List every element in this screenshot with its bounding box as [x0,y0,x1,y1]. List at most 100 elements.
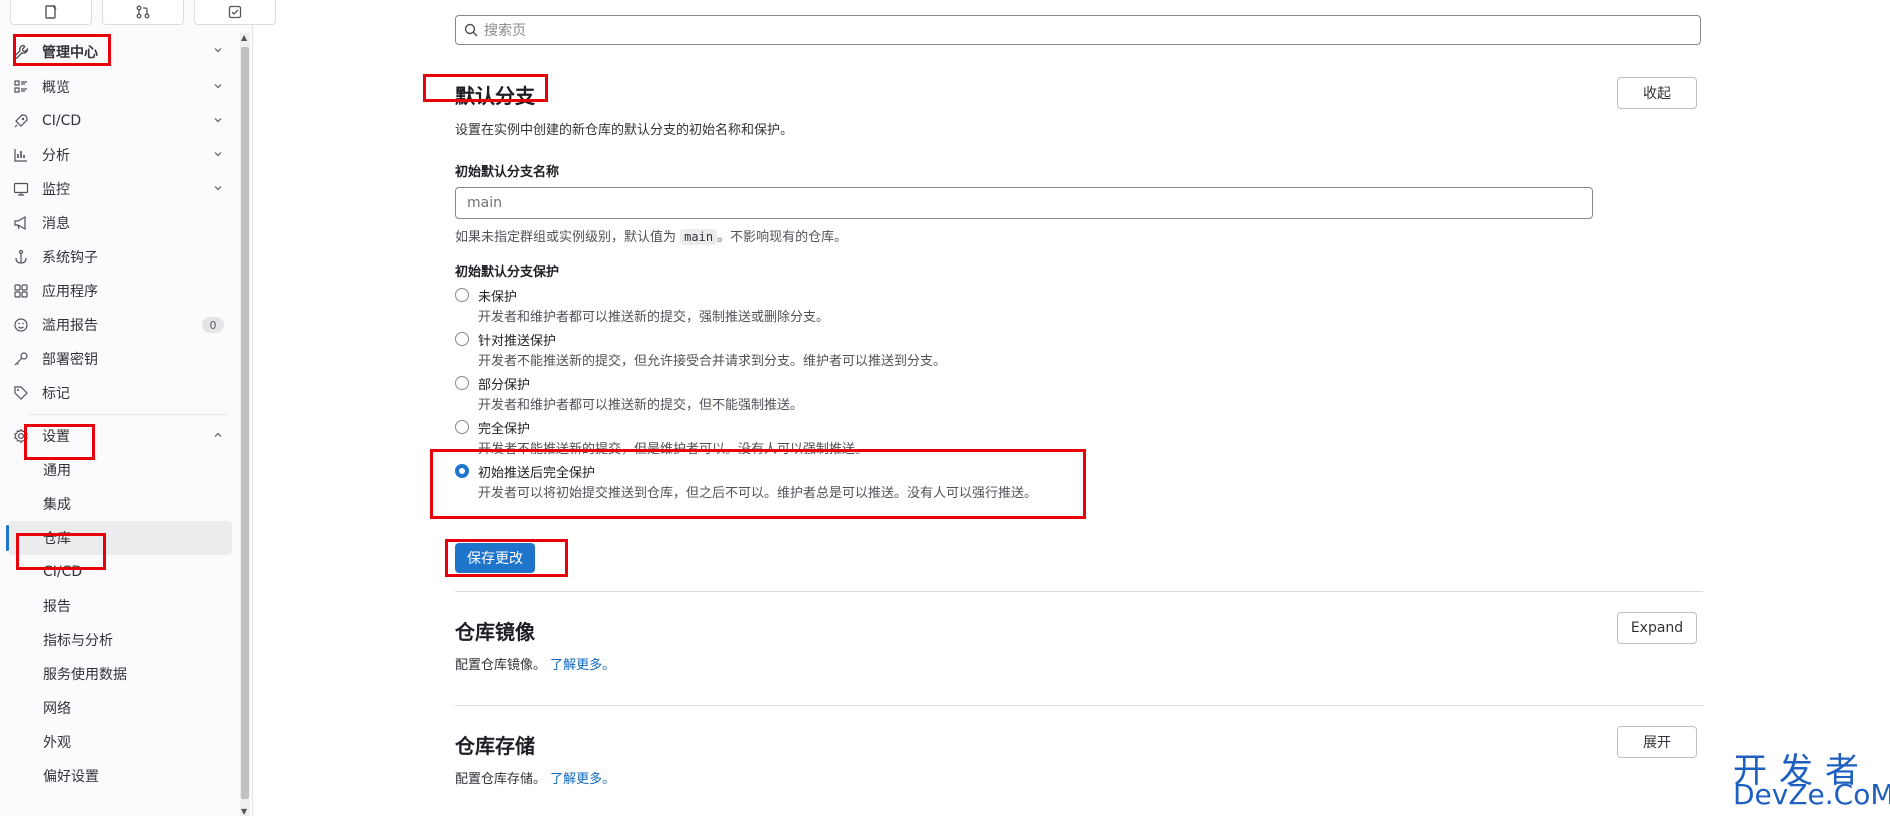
radio-button[interactable] [455,288,469,302]
issues-icon [45,5,57,19]
radio-help: 开发者不能推送新的提交，但是维护者可以。没有人可以强制推送。 [478,442,869,457]
search-icon [464,23,478,37]
sidebar-item-monitoring[interactable]: 监控 [0,172,240,206]
sidebar-subitem-integrations[interactable]: 集成 [0,487,240,521]
merge-requests-button[interactable] [102,0,184,25]
default-branch-title: 默认分支 [455,84,535,108]
sidebar-item-label: 消息 [42,216,70,232]
sidebar-item-label: 应用程序 [42,284,98,300]
sidebar-item-system-hooks[interactable]: 系统钩子 [0,240,240,274]
sidebar-item-abuse-reports[interactable]: 滥用报告 0 [0,308,240,342]
help-text: 如果未指定群组或实例级别，默认值为 [455,230,677,245]
sidebar-item-label: 管理中心 [42,45,98,61]
radio-help: 开发者可以将初始提交推送到仓库，但之后不可以。维护者总是可以推送。没有人可以强行… [478,486,1038,501]
mirror-learn-more-link[interactable]: 了解更多。 [550,658,615,673]
mirror-title: 仓库镜像 [455,620,535,644]
sidebar-item-admin[interactable]: 管理中心 [0,34,240,70]
tag-icon [12,384,30,402]
radio-label[interactable]: 部分保护 [478,374,530,393]
sidebar-item-label: CI/CD [42,113,82,129]
storage-desc-text: 配置仓库存储。 [455,772,547,787]
radio-help: 开发者不能推送新的提交，但允许接受合并请求到分支。维护者可以推送到分支。 [478,354,947,369]
sidebar-item-messages[interactable]: 消息 [0,206,240,240]
issues-button[interactable] [10,0,92,25]
chevron-down-icon [212,114,224,130]
sidebar-item-overview[interactable]: 概览 [0,70,240,104]
sidebar-item-analytics[interactable]: 分析 [0,138,240,172]
sidebar-subitem-network[interactable]: 网络 [0,691,240,725]
sidebar-item-label: 标记 [42,386,70,402]
sidebar-top-buttons [10,0,276,25]
radio-label[interactable]: 未保护 [478,286,517,305]
apps-icon [12,282,30,300]
watermark-domain: DevZe.CoM [1733,778,1890,811]
protection-label: 初始默认分支保护 [455,265,560,280]
collapse-button[interactable]: 收起 [1617,77,1697,109]
radio-button[interactable] [455,376,469,390]
sidebar-subitem-cicd[interactable]: CI/CD [0,555,240,589]
chevron-down-icon [212,80,224,96]
radio-button-checked[interactable] [455,464,469,478]
radio-label[interactable]: 针对推送保护 [478,330,556,349]
chevron-down-icon [212,182,224,198]
sidebar: 管理中心 概览 CI/CD 分析 监控 消息 系统钩子 应用程序 滥用报告 0 … [0,0,276,816]
chevron-down-icon [212,44,224,60]
storage-learn-more-link[interactable]: 了解更多。 [550,772,615,787]
branch-name-label: 初始默认分支名称 [455,165,560,180]
radio-label[interactable]: 完全保护 [478,418,530,437]
sidebar-item-label: 设置 [42,429,70,445]
mirror-description: 配置仓库镜像。 了解更多。 [455,654,615,673]
sidebar-subitem-general[interactable]: 通用 [0,453,240,487]
sidebar-subitem-metrics[interactable]: 指标与分析 [0,623,240,657]
sidebar-item-label: 系统钩子 [42,250,98,266]
help-code: main [680,229,718,245]
mirror-expand-button[interactable]: Expand [1617,612,1697,644]
sidebar-subitem-preferences[interactable]: 偏好设置 [0,759,240,793]
section-divider [455,591,1703,592]
scroll-down-icon[interactable]: ▼ [241,807,247,816]
merge-request-icon [136,5,150,19]
sidebar-item-label: 概览 [42,80,70,96]
smiley-icon [12,316,30,334]
sidebar-scrollbar[interactable]: ▲ ▼ [240,33,250,816]
help-text: 。不影响现有的仓库。 [717,230,848,245]
chevron-down-icon [212,148,224,164]
sidebar-subitem-reporting[interactable]: 报告 [0,589,240,623]
anchor-icon [12,248,30,266]
todo-icon [228,5,242,19]
todo-button[interactable] [194,0,276,25]
sidebar-subitem-service-usage[interactable]: 服务使用数据 [0,657,240,691]
radio-help: 开发者和维护者都可以推送新的提交，强制推送或删除分支。 [478,310,830,325]
sidebar-item-applications[interactable]: 应用程序 [0,274,240,308]
section-divider [455,705,1703,706]
save-changes-button[interactable]: 保存更改 [455,543,535,573]
rocket-icon [12,112,30,130]
scroll-up-icon[interactable]: ▲ [241,33,247,42]
storage-description: 配置仓库存储。 了解更多。 [455,768,615,787]
list-icon [12,78,30,96]
sidebar-item-settings[interactable]: 设置 [0,419,240,453]
sidebar-item-labels[interactable]: 标记 [0,376,240,410]
scrollbar-thumb[interactable] [241,47,249,799]
radio-button[interactable] [455,332,469,346]
sidebar-item-label: 分析 [42,148,70,164]
sidebar-item-label: 监控 [42,182,70,198]
search-input[interactable]: 搜索页 [455,15,1701,45]
sidebar-item-deploy-keys[interactable]: 部署密钥 [0,342,240,376]
monitor-icon [12,180,30,198]
sidebar-nav: 管理中心 概览 CI/CD 分析 监控 消息 系统钩子 应用程序 滥用报告 0 … [0,34,240,793]
wrench-icon [12,43,30,61]
branch-name-input[interactable]: main [455,187,1593,219]
search-placeholder: 搜索页 [484,23,526,39]
mirror-desc-text: 配置仓库镜像。 [455,658,547,673]
sidebar-item-cicd[interactable]: CI/CD [0,104,240,138]
sidebar-subitem-appearance[interactable]: 外观 [0,725,240,759]
sidebar-divider [28,414,228,415]
megaphone-icon [12,214,30,232]
storage-title: 仓库存储 [455,734,535,758]
radio-label[interactable]: 初始推送后完全保护 [478,462,595,481]
sidebar-subitem-repository[interactable]: 仓库 [6,521,232,555]
storage-expand-button[interactable]: 展开 [1617,726,1697,758]
radio-button[interactable] [455,420,469,434]
chevron-up-icon [212,429,224,445]
